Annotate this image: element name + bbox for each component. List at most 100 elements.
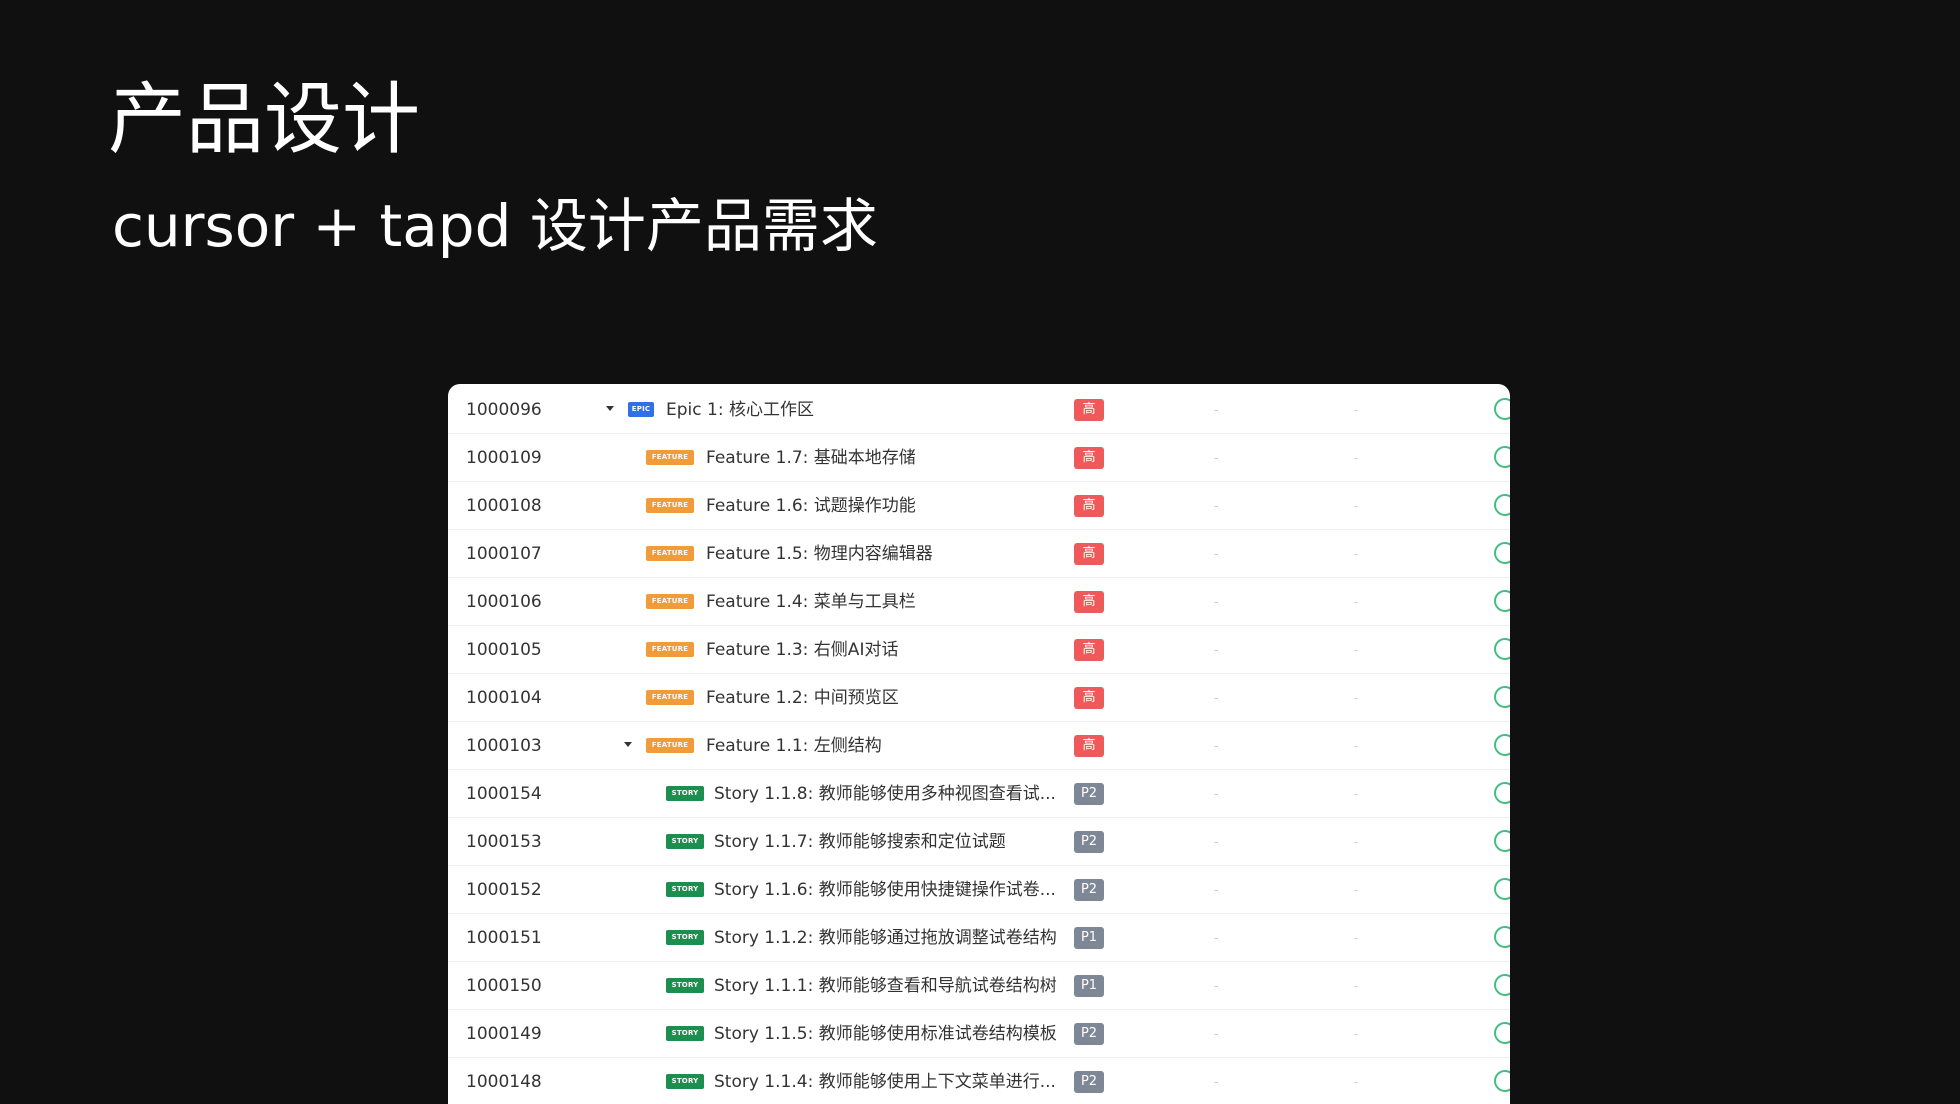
row-id[interactable]: 1000150 xyxy=(466,962,542,1010)
story-tag-icon: STORY xyxy=(666,882,704,897)
status-circle-icon[interactable] xyxy=(1494,686,1510,708)
status-circle-icon[interactable] xyxy=(1494,974,1510,996)
row-id[interactable]: 1000104 xyxy=(466,674,542,722)
row-title-link[interactable]: Story 1.1.2: 教师能够通过拖放调整试卷结构 xyxy=(714,914,1057,962)
table-row[interactable]: 1000148 STORY Story 1.1.4: 教师能够使用上下文菜单进行..… xyxy=(448,1058,1510,1104)
story-tag-icon: STORY xyxy=(666,786,704,801)
table-row[interactable]: 1000109 FEATURE Feature 1.7: 基础本地存储 高 - - xyxy=(448,434,1510,482)
requirements-table: 1000096 EPIC Epic 1: 核心工作区高 - -1000109 FEATUR… xyxy=(448,384,1510,1104)
table-row[interactable]: 1000096 EPIC Epic 1: 核心工作区 高 - - xyxy=(448,386,1510,434)
status-circle-icon[interactable] xyxy=(1494,1070,1510,1092)
row-id[interactable]: 1000105 xyxy=(466,626,542,674)
priority-badge: 高 xyxy=(1074,687,1104,709)
row-title-link[interactable]: Feature 1.1: 左侧结构 xyxy=(706,722,882,770)
table-row[interactable]: 1000153 STORY Story 1.1.7: 教师能够搜索和定位试题 P2 - - xyxy=(448,818,1510,866)
row-title-link[interactable]: Story 1.1.6: 教师能够使用快捷键操作试卷... xyxy=(714,866,1056,914)
priority-badge: 高 xyxy=(1074,399,1104,421)
row-title-link[interactable]: Feature 1.4: 菜单与工具栏 xyxy=(706,578,916,626)
status-circle-icon[interactable] xyxy=(1494,494,1510,516)
empty-cell: - xyxy=(1214,643,1219,657)
row-title-link[interactable]: Story 1.1.1: 教师能够查看和导航试卷结构树 xyxy=(714,962,1057,1010)
empty-cell: - xyxy=(1354,595,1359,609)
row-title-link[interactable]: Story 1.1.7: 教师能够搜索和定位试题 xyxy=(714,818,1006,866)
empty-cell: - xyxy=(1214,595,1219,609)
expand-caret-icon[interactable] xyxy=(606,406,614,411)
empty-cell: - xyxy=(1214,931,1219,945)
status-circle-icon[interactable] xyxy=(1494,638,1510,660)
row-id[interactable]: 1000154 xyxy=(466,770,542,818)
row-title-link[interactable]: Feature 1.3: 右侧AI对话 xyxy=(706,626,898,674)
row-title-link[interactable]: Feature 1.5: 物理内容编辑器 xyxy=(706,530,933,578)
expand-caret-icon[interactable] xyxy=(624,742,632,747)
priority-badge: 高 xyxy=(1074,495,1104,517)
slide-title: 产品设计 xyxy=(108,75,421,165)
row-id[interactable]: 1000149 xyxy=(466,1010,542,1058)
empty-cell: - xyxy=(1214,883,1219,897)
empty-cell: - xyxy=(1214,499,1219,513)
story-tag-icon: STORY xyxy=(666,1074,704,1089)
slide-subtitle: cursor + tapd 设计产品需求 xyxy=(112,192,878,260)
empty-cell: - xyxy=(1354,403,1359,417)
priority-badge: P2 xyxy=(1074,1071,1104,1093)
priority-badge: P1 xyxy=(1074,927,1104,949)
feature-tag-icon: FEATURE xyxy=(646,690,694,705)
status-circle-icon[interactable] xyxy=(1494,830,1510,852)
row-title-link[interactable]: Feature 1.6: 试题操作功能 xyxy=(706,482,916,530)
row-title-link[interactable]: Story 1.1.4: 教师能够使用上下文菜单进行... xyxy=(714,1058,1056,1104)
row-title-link[interactable]: Epic 1: 核心工作区 xyxy=(666,386,814,434)
empty-cell: - xyxy=(1214,451,1219,465)
row-id[interactable]: 1000103 xyxy=(466,722,542,770)
priority-badge: P2 xyxy=(1074,783,1104,805)
table-row[interactable]: 1000151 STORY Story 1.1.2: 教师能够通过拖放调整试卷结构 P… xyxy=(448,914,1510,962)
row-title-link[interactable]: Story 1.1.5: 教师能够使用标准试卷结构模板 xyxy=(714,1010,1057,1058)
status-circle-icon[interactable] xyxy=(1494,1022,1510,1044)
feature-tag-icon: FEATURE xyxy=(646,450,694,465)
empty-cell: - xyxy=(1354,691,1359,705)
row-title-link[interactable]: Story 1.1.8: 教师能够使用多种视图查看试... xyxy=(714,770,1056,818)
table-row[interactable]: 1000150 STORY Story 1.1.1: 教师能够查看和导航试卷结构树 P… xyxy=(448,962,1510,1010)
status-circle-icon[interactable] xyxy=(1494,734,1510,756)
row-id[interactable]: 1000153 xyxy=(466,818,542,866)
empty-cell: - xyxy=(1214,1027,1219,1041)
row-id[interactable]: 1000106 xyxy=(466,578,542,626)
slide: 产品设计 cursor + tapd 设计产品需求 1000096 EPIC Epi… xyxy=(0,0,1960,1104)
status-circle-icon[interactable] xyxy=(1494,398,1510,420)
epic-tag-icon: EPIC xyxy=(628,402,654,417)
empty-cell: - xyxy=(1214,835,1219,849)
table-row[interactable]: 1000105 FEATURE Feature 1.3: 右侧AI对话 高 - - xyxy=(448,626,1510,674)
table-row[interactable]: 1000107 FEATURE Feature 1.5: 物理内容编辑器 高 - - xyxy=(448,530,1510,578)
row-id[interactable]: 1000109 xyxy=(466,434,542,482)
priority-badge: 高 xyxy=(1074,543,1104,565)
table-row[interactable]: 1000149 STORY Story 1.1.5: 教师能够使用标准试卷结构模板 P… xyxy=(448,1010,1510,1058)
row-id[interactable]: 1000107 xyxy=(466,530,542,578)
empty-cell: - xyxy=(1354,787,1359,801)
row-id[interactable]: 1000148 xyxy=(466,1058,542,1104)
row-id[interactable]: 1000152 xyxy=(466,866,542,914)
table-row[interactable]: 1000154 STORY Story 1.1.8: 教师能够使用多种视图查看试..… xyxy=(448,770,1510,818)
empty-cell: - xyxy=(1354,979,1359,993)
row-id[interactable]: 1000108 xyxy=(466,482,542,530)
priority-badge: P2 xyxy=(1074,879,1104,901)
table-row[interactable]: 1000103 FEATURE Feature 1.1: 左侧结构 高 - - xyxy=(448,722,1510,770)
priority-badge: 高 xyxy=(1074,591,1104,613)
row-title-link[interactable]: Feature 1.2: 中间预览区 xyxy=(706,674,899,722)
row-id[interactable]: 1000151 xyxy=(466,914,542,962)
feature-tag-icon: FEATURE xyxy=(646,642,694,657)
row-title-link[interactable]: Feature 1.7: 基础本地存储 xyxy=(706,434,916,482)
status-circle-icon[interactable] xyxy=(1494,878,1510,900)
empty-cell: - xyxy=(1214,979,1219,993)
priority-badge: 高 xyxy=(1074,735,1104,757)
row-id[interactable]: 1000096 xyxy=(466,386,542,434)
table-row[interactable]: 1000106 FEATURE Feature 1.4: 菜单与工具栏 高 - - xyxy=(448,578,1510,626)
story-tag-icon: STORY xyxy=(666,930,704,945)
empty-cell: - xyxy=(1214,1075,1219,1089)
status-circle-icon[interactable] xyxy=(1494,926,1510,948)
table-row[interactable]: 1000104 FEATURE Feature 1.2: 中间预览区 高 - - xyxy=(448,674,1510,722)
table-row[interactable]: 1000152 STORY Story 1.1.6: 教师能够使用快捷键操作试卷..… xyxy=(448,866,1510,914)
status-circle-icon[interactable] xyxy=(1494,542,1510,564)
status-circle-icon[interactable] xyxy=(1494,446,1510,468)
empty-cell: - xyxy=(1354,499,1359,513)
status-circle-icon[interactable] xyxy=(1494,590,1510,612)
table-row[interactable]: 1000108 FEATURE Feature 1.6: 试题操作功能 高 - - xyxy=(448,482,1510,530)
status-circle-icon[interactable] xyxy=(1494,782,1510,804)
